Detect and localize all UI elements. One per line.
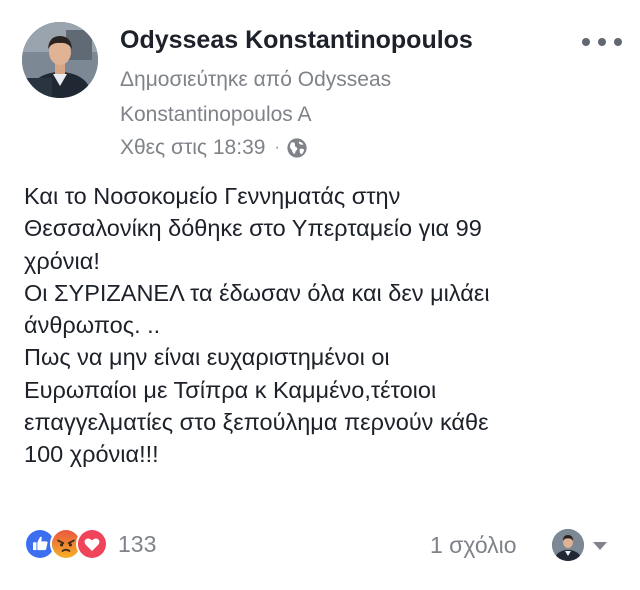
comment-count-link[interactable]: 1 σχόλιο [430,532,517,559]
post-body: Και το Νοσοκομείο Γεννηματάς στην Θεσσαλ… [24,180,624,471]
published-by-text-continued: Konstantinopoulos A [120,103,312,126]
globe-icon[interactable] [286,137,308,159]
dot [582,38,590,46]
dot [614,38,622,46]
more-options-icon[interactable] [582,34,622,50]
love-reaction-icon [76,528,108,560]
post-text-line: Πως να μην είναι ευχαριστημένοι οι [24,344,390,371]
post-text-line: Θεσσαλονίκη δόθηκε στο Υπερταμείο για 99 [24,215,482,242]
chevron-down-icon[interactable] [592,541,608,551]
post-text-line: Ευρωπαίοι με Τσίπρα κ Καμμένο,τέτοιοι [24,376,437,403]
author-name[interactable]: Odysseas Konstantinopoulos [120,26,473,55]
author-avatar[interactable] [22,22,98,98]
post-text-line: Και το Νοσοκομείο Γεννηματάς στην [24,183,401,209]
post-meta: Χθες στις 18:39 · [120,136,308,160]
post-text-line: 100 χρόνια!!! [24,441,159,468]
timestamp-link[interactable]: Χθες στις 18:39 [120,136,265,160]
post-text-line: επαγγελματίες στο ξεπούλημα περνούν κάθε [24,409,489,436]
published-by-text: Δημοσιεύτηκε από Odysseas [120,68,392,91]
dot [598,38,606,46]
commenter-avatar[interactable] [552,529,584,561]
reactions-summary[interactable]: 133 [24,528,156,560]
post-text-line: Οι ΣΥΡΙΖΑΝΕΛ τα έδωσαν όλα και δεν μιλάε… [24,279,490,306]
post-text-line: άνθρωπος. .. [24,312,161,339]
reaction-count[interactable]: 133 [118,531,156,558]
post-text-line: χρόνια! [24,247,100,274]
meta-separator: · [274,139,280,156]
facebook-post: Odysseas Konstantinopoulos Δημοσιεύτηκε … [0,0,640,590]
